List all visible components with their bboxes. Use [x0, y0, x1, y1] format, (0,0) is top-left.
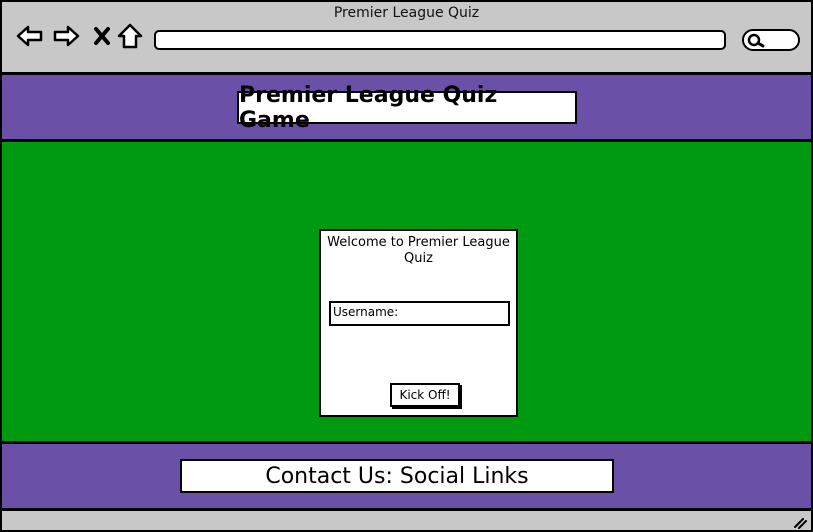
page-title: Premier League Quiz Game — [237, 83, 577, 133]
welcome-text: Welcome to Premier League Quiz — [327, 235, 510, 266]
close-icon — [92, 26, 112, 46]
forward-arrow-icon — [52, 24, 80, 48]
contact-social-links[interactable]: Contact Us: Social Links — [180, 459, 614, 493]
main-content: Welcome to Premier League Quiz Username:… — [2, 142, 811, 444]
home-icon — [117, 23, 143, 49]
resize-grip-icon[interactable] — [793, 514, 807, 529]
status-bar — [2, 511, 811, 530]
back-button[interactable] — [16, 22, 44, 50]
stop-button[interactable] — [88, 22, 116, 50]
browser-window: Premier League Quiz Premier League Quiz … — [0, 0, 813, 532]
kick-off-button[interactable]: Kick Off! — [390, 383, 460, 407]
url-input[interactable] — [154, 30, 726, 50]
window-title: Premier League Quiz — [333, 5, 480, 21]
username-label: Username: — [333, 305, 399, 319]
username-field[interactable]: Username: — [329, 301, 510, 326]
browser-toolbar: Premier League Quiz — [2, 2, 811, 75]
footer-band: Contact Us: Social Links — [2, 444, 811, 511]
quiz-welcome-card: Welcome to Premier League Quiz Username:… — [319, 229, 518, 417]
home-button[interactable] — [116, 22, 144, 50]
forward-button[interactable] — [52, 22, 80, 50]
search-box[interactable] — [742, 29, 800, 51]
back-arrow-icon — [16, 24, 44, 48]
header-band: Premier League Quiz Game — [2, 75, 811, 142]
